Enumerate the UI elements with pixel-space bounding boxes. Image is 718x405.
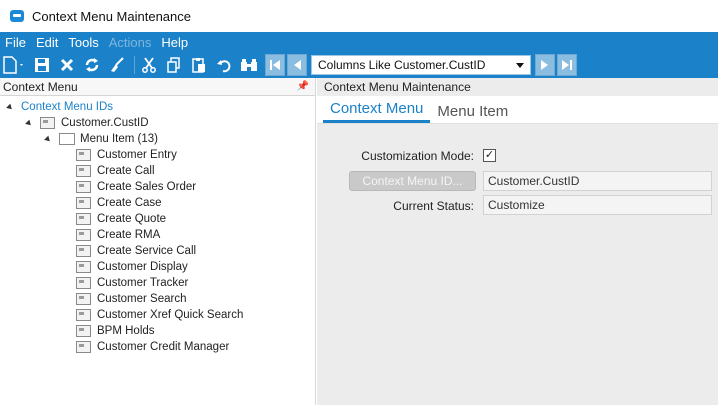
list-item-label: BPM Holds	[97, 325, 155, 337]
list-item-label: Create Service Call	[97, 245, 197, 257]
menu-item-icon	[76, 277, 91, 289]
list-item[interactable]: BPM Holds	[76, 323, 155, 339]
first-record-button[interactable]	[265, 54, 285, 76]
context-menu-pane: Context Menu 📌 Context Menu IDs Customer…	[0, 78, 316, 405]
clear-icon[interactable]	[106, 54, 128, 76]
list-item[interactable]: Create Case	[76, 195, 162, 211]
save-icon[interactable]	[31, 54, 53, 76]
list-item-label: Create Quote	[97, 213, 167, 225]
expand-icon[interactable]	[6, 103, 14, 111]
tree-root[interactable]: Context Menu IDs	[6, 99, 114, 115]
menu-edit[interactable]: Edit	[31, 35, 63, 50]
toolbar-separator	[134, 56, 135, 74]
customization-mode-checkbox[interactable]: ✓	[483, 149, 496, 162]
menu-item-icon	[76, 213, 91, 225]
menu-item-icon	[76, 229, 91, 241]
menu-item-icon	[76, 341, 91, 353]
list-item[interactable]: Customer Credit Manager	[76, 339, 229, 355]
current-status-label: Current Status:	[393, 199, 474, 213]
menu-item-icon	[76, 197, 91, 209]
list-item[interactable]: Create RMA	[76, 227, 160, 243]
app-icon	[10, 10, 24, 22]
window-title: Context Menu Maintenance	[32, 8, 191, 24]
expand-icon[interactable]	[44, 135, 52, 143]
menu-actions: Actions	[108, 34, 152, 50]
next-record-button[interactable]	[535, 54, 555, 76]
pane-title: Context Menu Maintenance	[324, 80, 471, 94]
context-menu-id-button: Context Menu ID...	[349, 171, 476, 191]
new-icon[interactable]	[0, 54, 28, 76]
menu-item-icon	[76, 149, 91, 161]
list-item[interactable]: Customer Search	[76, 291, 186, 307]
pane-header: Context Menu Maintenance	[317, 78, 718, 96]
paste-icon[interactable]	[188, 54, 210, 76]
list-item[interactable]: Customer Xref Quick Search	[76, 307, 243, 323]
menu-item-icon	[76, 165, 91, 177]
tree-folder-label: Menu Item (13)	[80, 133, 158, 145]
delete-icon[interactable]	[56, 54, 78, 76]
menu-item-icon	[76, 245, 91, 257]
tab-context-menu[interactable]: Context Menu	[323, 100, 431, 123]
menu-help[interactable]: Help	[156, 35, 193, 50]
chevron-down-icon[interactable]	[516, 62, 524, 68]
list-item[interactable]: Create Call	[76, 163, 155, 179]
maintenance-pane: Context Menu Maintenance Context Menu Me…	[317, 78, 718, 405]
menu-tools[interactable]: Tools	[63, 35, 103, 50]
cut-icon[interactable]	[138, 54, 160, 76]
folder-icon	[59, 133, 75, 145]
list-item-label: Customer Xref Quick Search	[97, 309, 244, 321]
list-item-label: Create Sales Order	[97, 181, 197, 193]
search-icon[interactable]	[238, 54, 260, 76]
menu-item-icon	[76, 293, 91, 305]
tree-node-customer-custid[interactable]: Customer.CustID	[25, 115, 149, 131]
toolbar: Columns Like Customer.CustID	[0, 52, 718, 78]
menu-item-icon	[76, 261, 91, 273]
list-item[interactable]: Customer Display	[76, 259, 188, 275]
list-item-label: Customer Search	[97, 293, 187, 305]
list-item-label: Customer Display	[97, 261, 188, 273]
menu-file[interactable]: File	[0, 35, 31, 50]
list-item-label: Customer Entry	[97, 149, 177, 161]
list-item-label: Create Case	[97, 197, 162, 209]
list-item-label: Customer Tracker	[97, 277, 189, 289]
search-combo-value: Columns Like Customer.CustID	[318, 58, 486, 72]
copy-icon[interactable]	[163, 54, 185, 76]
menu-item-icon	[76, 309, 91, 321]
menu-item-icon	[76, 181, 91, 193]
list-item[interactable]: Customer Entry	[76, 147, 177, 163]
previous-record-button[interactable]	[287, 54, 307, 76]
tab-strip: Context Menu Menu Item	[317, 96, 718, 124]
last-record-button[interactable]	[557, 54, 577, 76]
search-combo[interactable]: Columns Like Customer.CustID	[311, 55, 531, 75]
tree-folder-menu-item[interactable]: Menu Item (13)	[44, 131, 158, 147]
list-item-label: Create RMA	[97, 229, 161, 241]
expand-icon[interactable]	[25, 119, 33, 127]
list-item[interactable]: Create Quote	[76, 211, 166, 227]
list-item-label: Customer Credit Manager	[97, 341, 230, 353]
list-item[interactable]: Customer Tracker	[76, 275, 188, 291]
menu-bar: File Edit Tools Actions Help	[0, 32, 718, 52]
list-item[interactable]: Create Service Call	[76, 243, 196, 259]
current-status-field: Customize	[483, 195, 712, 215]
refresh-icon[interactable]	[81, 54, 103, 76]
undo-icon[interactable]	[213, 54, 235, 76]
pane-header: Context Menu 📌	[0, 78, 315, 96]
list-item-label: Create Call	[97, 165, 155, 177]
list-item[interactable]: Create Sales Order	[76, 179, 196, 195]
customization-mode-label: Customization Mode:	[361, 149, 474, 163]
tree-root-label: Context Menu IDs	[21, 101, 114, 113]
tab-menu-item[interactable]: Menu Item	[430, 103, 515, 123]
tree-node-label: Customer.CustID	[61, 117, 149, 129]
title-bar: Context Menu Maintenance	[0, 0, 718, 32]
pane-title: Context Menu	[3, 79, 78, 94]
menu-item-icon	[76, 325, 91, 337]
context-menu-form: Customization Mode: ✓ Context Menu ID...…	[317, 124, 718, 405]
pin-icon[interactable]: 📌	[297, 81, 309, 92]
context-menu-id-field: Customer.CustID	[483, 171, 712, 191]
node-icon	[40, 117, 55, 129]
